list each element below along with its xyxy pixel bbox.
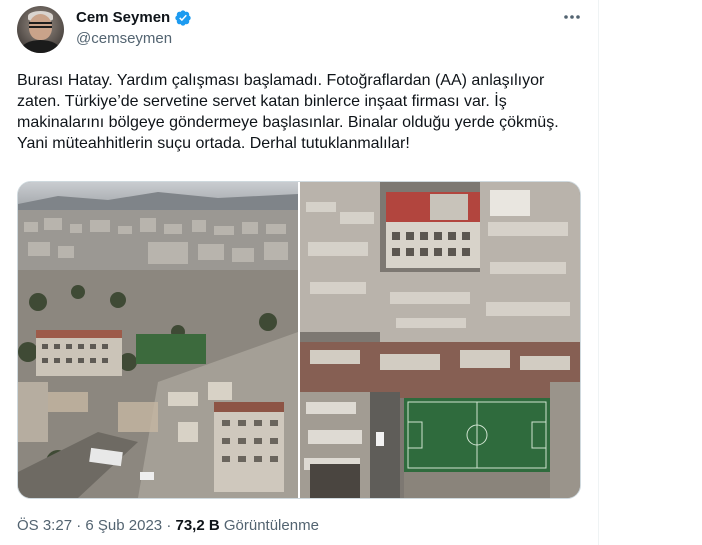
verified-badge-icon: [175, 10, 191, 26]
avatar-glasses: [29, 22, 52, 28]
aerial-collapsed-buildings-field-photo[interactable]: [300, 182, 580, 498]
avatar-shirt: [21, 40, 60, 53]
timeline-divider: [598, 0, 599, 545]
timestamp-link[interactable]: ÖS 3:27 · 6 Şub 2023: [17, 517, 162, 534]
views-label: Görüntülenme: [223, 517, 319, 534]
aerial-city-rubble-photo[interactable]: [18, 182, 298, 498]
author-handle[interactable]: @cemseymen: [76, 29, 172, 49]
views-count: 73,2 B: [175, 517, 220, 534]
meta-separator-2: ·: [166, 517, 172, 534]
tweet-meta: ÖS 3:27 · 6 Şub 2023 · 73,2 B Görüntülen…: [17, 516, 319, 536]
tweet-date: 6 Şub 2023: [85, 517, 163, 534]
more-options-icon[interactable]: [560, 7, 584, 27]
tweet-text: Burası Hatay. Yardım çalışması başlamadı…: [17, 72, 559, 152]
meta-separator: ·: [76, 517, 82, 534]
avatar[interactable]: [17, 6, 64, 53]
tweet-media-grid: [17, 181, 581, 499]
tweet-card: Cem Seymen @cemseymen Burası Hatay. Yard…: [0, 0, 702, 545]
tweet-time: ÖS 3:27: [17, 517, 73, 534]
author-display-name[interactable]: Cem Seymen: [76, 8, 170, 28]
